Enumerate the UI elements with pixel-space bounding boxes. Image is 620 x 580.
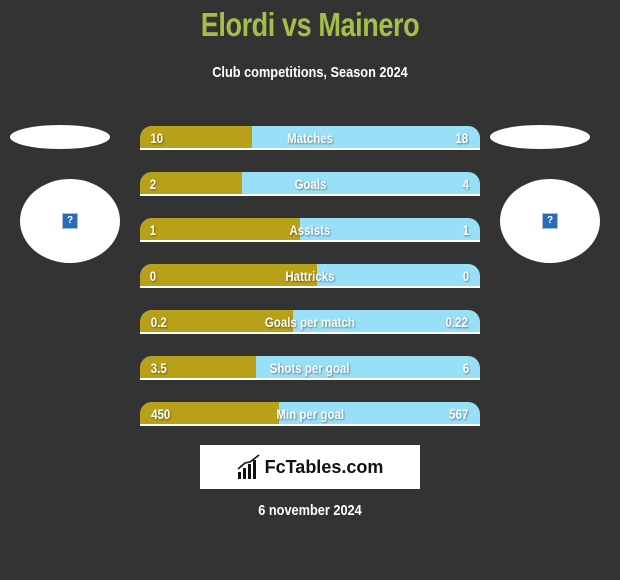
stat-row-goals-per-match: 0.2 Goals per match 0.22	[140, 310, 480, 334]
stat-label: Min per goal	[276, 406, 344, 422]
stat-label: Hattricks	[285, 268, 335, 284]
date-label: 6 november 2024	[258, 502, 362, 519]
stat-label: Matches	[287, 130, 333, 146]
right-value: 1	[462, 222, 470, 238]
brand-name: FcTables.com	[264, 456, 384, 477]
stat-row-min-per-goal: 450 Min per goal 567	[140, 402, 480, 426]
stat-row-hattricks: 0 Hattricks 0	[140, 264, 480, 288]
stat-label: Goals	[294, 176, 326, 192]
left-team-logo[interactable]: ?	[20, 179, 120, 263]
right-value: 567	[448, 406, 468, 422]
stat-row-goals: 2 Goals 4	[140, 172, 480, 196]
right-value: 0	[462, 268, 470, 284]
right-player-name-placeholder	[490, 125, 590, 149]
stat-label: Shots per goal	[270, 360, 350, 376]
stat-row-matches: 10 Matches 18	[140, 126, 480, 150]
broken-image-icon: ?	[542, 213, 558, 229]
stat-row-shots-per-goal: 3.5 Shots per goal 6	[140, 356, 480, 380]
stat-row-assists: 1 Assists 1	[140, 218, 480, 242]
page-title: Elordi vs Mainero	[200, 6, 420, 43]
left-player-name-placeholder	[10, 125, 110, 149]
right-value: 18	[455, 130, 469, 146]
stat-label: Goals per match	[265, 314, 355, 330]
chart-bars-icon	[237, 454, 260, 479]
right-value: 0.22	[445, 314, 468, 330]
fctables-brand-link[interactable]: FcTables.com	[200, 445, 420, 489]
right-team-logo[interactable]: ?	[500, 179, 600, 263]
competition-subtitle: Club competitions, Season 2024	[212, 64, 408, 81]
right-value: 6	[462, 360, 470, 376]
stat-label: Assists	[289, 222, 331, 238]
broken-image-icon: ?	[62, 213, 78, 229]
right-value: 4	[462, 176, 470, 192]
